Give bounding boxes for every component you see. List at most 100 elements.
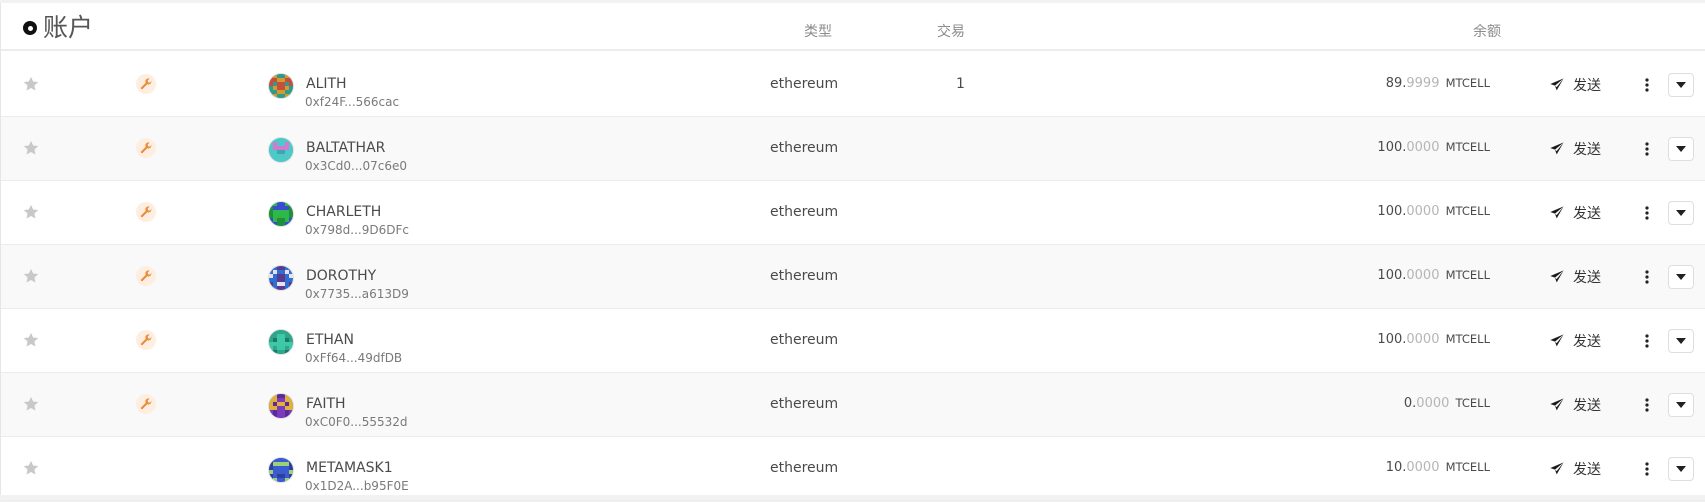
account-row[interactable]: CHARLETH 0x798d...9D6DFc ethereum 100.00… bbox=[1, 181, 1705, 245]
paper-plane-icon bbox=[1550, 270, 1564, 283]
account-type: ethereum bbox=[770, 140, 839, 156]
send-label: 发送 bbox=[1573, 270, 1601, 286]
wrench-icon[interactable] bbox=[136, 138, 156, 158]
send-label: 发送 bbox=[1573, 398, 1601, 414]
balance-decimals: 0000 bbox=[1406, 140, 1440, 155]
more-options-button[interactable] bbox=[1640, 329, 1654, 353]
expand-row-button[interactable] bbox=[1668, 137, 1694, 161]
more-options-button[interactable] bbox=[1640, 201, 1654, 225]
send-label: 发送 bbox=[1573, 142, 1601, 158]
account-balance: 0.0000 TCELL bbox=[1404, 396, 1490, 411]
send-button[interactable]: 发送 bbox=[1549, 329, 1601, 353]
more-options-button[interactable] bbox=[1640, 73, 1654, 97]
wrench-icon[interactable] bbox=[136, 266, 156, 286]
expand-row-button[interactable] bbox=[1668, 457, 1694, 481]
send-button[interactable]: 发送 bbox=[1549, 457, 1601, 481]
column-header-balance: 余额 bbox=[1473, 24, 1501, 40]
balance-unit: MTCELL bbox=[1445, 204, 1490, 218]
account-type: ethereum bbox=[770, 460, 839, 476]
vertical-ellipsis-icon bbox=[1645, 78, 1649, 92]
account-balance: 100.0000 MTCELL bbox=[1377, 140, 1490, 155]
star-icon[interactable] bbox=[22, 203, 40, 221]
account-row[interactable]: FAITH 0xC0F0...55532d ethereum 0.0000 TC… bbox=[1, 373, 1705, 437]
star-icon[interactable] bbox=[22, 459, 40, 477]
account-avatar bbox=[269, 458, 293, 482]
balance-integer: 100. bbox=[1377, 268, 1407, 283]
send-button[interactable]: 发送 bbox=[1549, 265, 1601, 289]
balance-integer: 89. bbox=[1385, 76, 1407, 91]
expand-row-button[interactable] bbox=[1668, 329, 1694, 353]
expand-row-button[interactable] bbox=[1668, 73, 1694, 97]
paper-plane-icon bbox=[1550, 398, 1564, 411]
account-type: ethereum bbox=[770, 268, 839, 284]
column-header-transactions: 交易 bbox=[937, 24, 965, 40]
account-type: ethereum bbox=[770, 204, 839, 220]
account-address[interactable]: 0x3Cd0...07c6e0 bbox=[305, 159, 407, 173]
more-options-button[interactable] bbox=[1640, 137, 1654, 161]
balance-unit: TCELL bbox=[1455, 396, 1490, 410]
account-address[interactable]: 0x7735...a613D9 bbox=[305, 287, 409, 301]
star-icon[interactable] bbox=[22, 75, 40, 93]
caret-down-icon bbox=[1676, 274, 1686, 280]
more-options-button[interactable] bbox=[1640, 393, 1654, 417]
star-icon[interactable] bbox=[22, 139, 40, 157]
star-icon[interactable] bbox=[22, 331, 40, 349]
account-name: ALITH bbox=[306, 76, 347, 92]
expand-row-button[interactable] bbox=[1668, 393, 1694, 417]
send-button[interactable]: 发送 bbox=[1549, 393, 1601, 417]
send-button[interactable]: 发送 bbox=[1549, 137, 1601, 161]
account-avatar bbox=[269, 202, 293, 226]
account-row[interactable]: METAMASK1 0x1D2A...b95F0E ethereum 10.00… bbox=[1, 437, 1705, 501]
account-address[interactable]: 0xFf64...49dfDB bbox=[305, 351, 402, 365]
account-address[interactable]: 0xf24F...566cac bbox=[305, 95, 399, 109]
account-address[interactable]: 0x1D2A...b95F0E bbox=[305, 479, 409, 493]
send-button[interactable]: 发送 bbox=[1549, 201, 1601, 225]
vertical-ellipsis-icon bbox=[1645, 206, 1649, 220]
wrench-icon[interactable] bbox=[136, 74, 156, 94]
account-avatar bbox=[269, 138, 293, 162]
balance-decimals: 0000 bbox=[1406, 268, 1440, 283]
caret-down-icon bbox=[1676, 82, 1686, 88]
title-wrap: 账户 bbox=[23, 14, 93, 42]
more-options-button[interactable] bbox=[1640, 265, 1654, 289]
wrench-icon[interactable] bbox=[136, 330, 156, 350]
vertical-ellipsis-icon bbox=[1645, 334, 1649, 348]
balance-unit: MTCELL bbox=[1445, 76, 1490, 90]
caret-down-icon bbox=[1676, 146, 1686, 152]
account-address[interactable]: 0xC0F0...55532d bbox=[305, 415, 408, 429]
balance-decimals: 9999 bbox=[1406, 76, 1440, 91]
account-name: DOROTHY bbox=[306, 268, 377, 284]
account-type: ethereum bbox=[770, 76, 839, 92]
page-title: 账户 bbox=[43, 13, 94, 42]
account-row[interactable]: ETHAN 0xFf64...49dfDB ethereum 100.0000 … bbox=[1, 309, 1705, 373]
paper-plane-icon bbox=[1550, 78, 1564, 91]
send-label: 发送 bbox=[1573, 78, 1601, 94]
wrench-icon[interactable] bbox=[136, 394, 156, 414]
account-name: ETHAN bbox=[306, 332, 354, 348]
send-label: 发送 bbox=[1573, 206, 1601, 222]
send-button[interactable]: 发送 bbox=[1549, 73, 1601, 97]
wrench-icon[interactable] bbox=[136, 202, 156, 222]
star-icon[interactable] bbox=[22, 395, 40, 413]
account-name: BALTATHAR bbox=[306, 140, 386, 156]
account-avatar bbox=[269, 330, 293, 354]
account-type: ethereum bbox=[770, 396, 839, 412]
account-address[interactable]: 0x798d...9D6DFc bbox=[305, 223, 409, 237]
star-icon[interactable] bbox=[22, 267, 40, 285]
balance-integer: 100. bbox=[1377, 140, 1407, 155]
account-type: ethereum bbox=[770, 332, 839, 348]
account-row[interactable]: BALTATHAR 0x3Cd0...07c6e0 ethereum 100.0… bbox=[1, 117, 1705, 181]
balance-decimals: 0000 bbox=[1406, 332, 1440, 347]
balance-decimals: 0000 bbox=[1406, 460, 1440, 475]
vertical-ellipsis-icon bbox=[1645, 462, 1649, 476]
paper-plane-icon bbox=[1550, 462, 1564, 475]
expand-row-button[interactable] bbox=[1668, 201, 1694, 225]
account-row[interactable]: ALITH 0xf24F...566cac ethereum 1 89.9999… bbox=[1, 53, 1705, 117]
more-options-button[interactable] bbox=[1640, 457, 1654, 481]
balance-unit: MTCELL bbox=[1445, 268, 1490, 282]
account-name: CHARLETH bbox=[306, 204, 382, 220]
expand-row-button[interactable] bbox=[1668, 265, 1694, 289]
account-balance: 100.0000 MTCELL bbox=[1377, 332, 1490, 347]
account-row[interactable]: DOROTHY 0x7735...a613D9 ethereum 100.000… bbox=[1, 245, 1705, 309]
account-avatar bbox=[269, 394, 293, 418]
